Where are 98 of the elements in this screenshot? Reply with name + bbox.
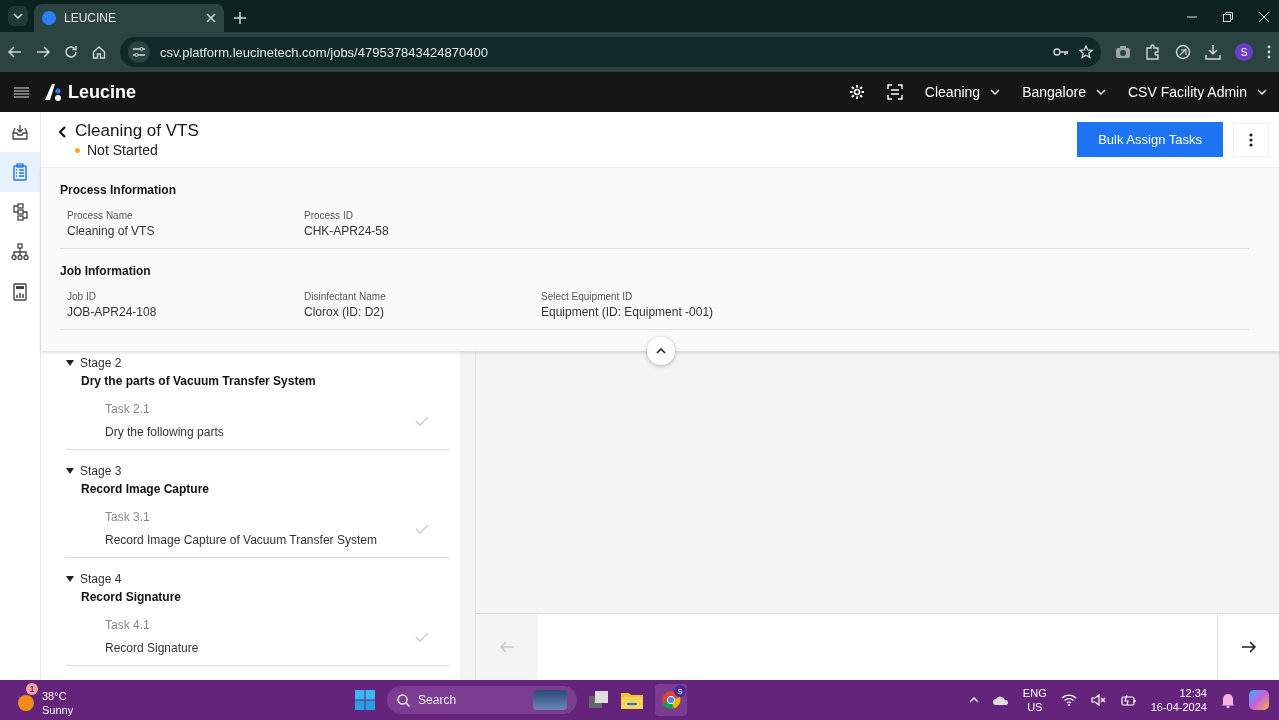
task-name: Dry the following parts (105, 425, 224, 439)
cloud-icon[interactable] (992, 695, 1009, 705)
site-favicon-icon (42, 11, 56, 25)
field-label: Job ID (67, 291, 97, 302)
stage-toggle[interactable]: Stage 3 (66, 464, 122, 478)
more-icon (1249, 132, 1253, 147)
field-label: Disinfectant Name (304, 291, 387, 302)
hierarchy-icon (11, 243, 29, 261)
temperature: 38°C (42, 688, 68, 703)
chevron-down-icon (1095, 89, 1106, 95)
left-arrow-icon (499, 641, 515, 653)
inbox-icon (11, 123, 29, 141)
task-name: Record Signature (105, 641, 199, 655)
chevron-up-icon[interactable] (968, 697, 979, 703)
chrome-icon (661, 690, 682, 710)
section-title: Job Information (60, 264, 152, 278)
search-icon (397, 693, 411, 707)
flowchart-icon (11, 203, 29, 221)
chevron-down-icon (1257, 89, 1267, 95)
clock-time[interactable]: 12:34 (1179, 686, 1207, 700)
job-status: Not Started (87, 142, 158, 158)
task-number: Task 4.1 (105, 618, 151, 632)
header-dropdown[interactable]: Bangalore (1022, 84, 1106, 100)
close-icon[interactable] (1259, 12, 1269, 22)
field-value: CHK-APR24-58 (304, 224, 390, 238)
field-label: Process ID (304, 210, 354, 221)
key-icon[interactable] (1053, 47, 1069, 57)
status-dot (75, 147, 80, 153)
home-icon[interactable] (92, 45, 106, 59)
download-icon[interactable] (1205, 44, 1221, 60)
profile-avatar[interactable]: S (1235, 43, 1253, 61)
menu-icon[interactable] (14, 86, 29, 98)
close-icon[interactable] (206, 13, 216, 23)
landscape-icon (533, 690, 568, 710)
bulk-assign-button[interactable]: Bulk Assign Tasks (1077, 122, 1223, 157)
star-icon[interactable] (1079, 45, 1093, 59)
report-icon (11, 283, 29, 301)
more-icon[interactable] (1267, 45, 1271, 59)
scan-icon[interactable] (886, 84, 903, 100)
field-label: Process Name (67, 210, 134, 221)
chevron-up-icon (656, 348, 666, 354)
browser-taskbar-button[interactable]: S (655, 684, 688, 716)
stage-title: Record Signature (81, 590, 183, 604)
forward-arrow-icon[interactable] (36, 46, 50, 58)
wifi-icon[interactable] (1060, 694, 1077, 706)
start-icon[interactable] (355, 690, 376, 710)
field-value: Equipment (ID: Equipment -001) (541, 305, 715, 319)
field-label: Select Equipment ID (541, 291, 634, 302)
restore-icon[interactable] (1223, 12, 1233, 22)
profile-badge: S (674, 685, 687, 697)
chevron-down-icon (13, 13, 23, 19)
reload-icon[interactable] (64, 45, 78, 59)
camera-icon[interactable] (1115, 45, 1131, 59)
tab-search-button[interactable] (8, 6, 28, 26)
header-dropdown[interactable]: CSV Facility Admin (1127, 84, 1267, 100)
task-item[interactable]: Task 3.1 Record Image Capture of Vacuum Transfer System (66, 496, 449, 558)
right-arrow-icon (1240, 641, 1257, 653)
field-value: JOB-APR24-108 (67, 305, 158, 319)
sun-icon (18, 694, 34, 711)
stage-toggle[interactable]: Stage 4 (66, 572, 122, 586)
settings-icon[interactable] (848, 84, 865, 100)
browser-tab[interactable]: LEUCINE (34, 4, 224, 32)
site-settings-icon[interactable] (133, 47, 145, 57)
taskbar-search[interactable]: Search (387, 686, 578, 714)
stage-toggle[interactable]: Stage 2 (66, 356, 122, 370)
task-view-icon[interactable] (589, 691, 610, 709)
stage-title: Record Image Capture (81, 482, 211, 496)
back-icon[interactable] (59, 126, 67, 138)
field-value: Clorox (ID: D2) (304, 305, 385, 319)
logo-text: Leucine (68, 81, 137, 103)
weather-condition: Sunny (42, 702, 74, 717)
task-number: Task 3.1 (105, 510, 151, 524)
clock-date[interactable]: 16-04-2024 (1150, 700, 1207, 714)
language-indicator[interactable]: ENG (1022, 686, 1047, 700)
back-arrow-icon[interactable] (8, 46, 22, 58)
task-number: Task 2.1 (105, 402, 151, 416)
battery-icon[interactable] (1120, 694, 1137, 706)
header-dropdown[interactable]: Cleaning (924, 84, 1001, 100)
task-item[interactable]: Task 2.1 Dry the following parts (66, 388, 449, 450)
collapse-button[interactable] (647, 337, 675, 365)
address-bar[interactable]: csv.platform.leucinetech.com/jobs/479537843424870400 (120, 37, 1101, 67)
weather-widget[interactable]: 1 38°C Sunny (18, 683, 74, 717)
chevron-down-icon (990, 89, 1001, 95)
puzzle-icon[interactable] (1145, 44, 1161, 60)
job-title: Cleaning of VTS (75, 121, 199, 141)
clipboard-icon (11, 163, 29, 181)
field-value: Cleaning of VTS (67, 224, 156, 238)
notification-badge: 1 (26, 683, 38, 695)
task-name: Record Image Capture of Vacuum Transfer System (105, 533, 377, 547)
folder-icon[interactable] (621, 691, 644, 709)
logo-icon (43, 82, 63, 102)
muted-speaker-icon[interactable] (1090, 694, 1107, 706)
region-indicator[interactable]: US (1027, 700, 1043, 714)
section-title: Process Information (60, 183, 178, 197)
new-tab-icon[interactable] (234, 12, 246, 24)
bell-icon[interactable] (1221, 692, 1235, 708)
task-item[interactable]: Task 4.1 Record Signature (66, 604, 449, 666)
stage-title: Dry the parts of Vacuum Transfer System (81, 374, 317, 388)
